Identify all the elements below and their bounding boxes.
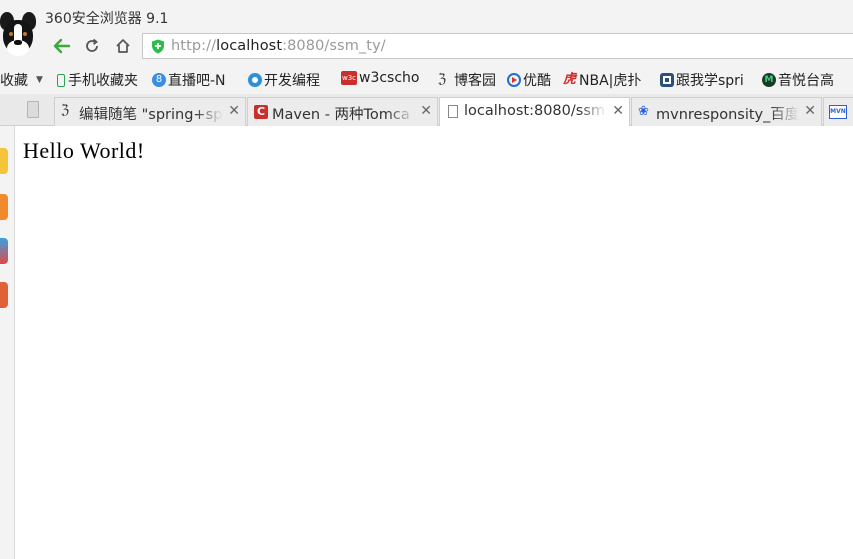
cnblogs-icon: ℨ [438,72,447,87]
close-icon[interactable]: ✕ [804,103,816,119]
user-avatar[interactable] [0,10,36,62]
bookmark-label: 博客园 [454,73,496,89]
zhibo8-icon: 8 [152,73,166,87]
home-icon [116,39,130,53]
youku-icon [507,73,521,87]
bookmark-label: 跟我学spri [676,73,744,89]
chevron-down-icon: ▼ [36,75,43,85]
bookmark-label: 优酷 [523,73,551,89]
tab-maven-tomcat[interactable]: C Maven - 两种Tomca ✕ [247,97,438,126]
bookmark-label: NBA|虎扑 [579,73,642,89]
bookmark-yinyuetai[interactable]: M 音悦台高 [762,70,834,90]
gear-icon [248,73,262,87]
home-button[interactable] [111,35,135,57]
bookmark-label: 直播吧-N [168,73,226,89]
cnblogs-icon: ℨ [61,103,70,118]
csdn-icon: C [254,105,268,119]
bookmark-cnblogs[interactable]: ℨ 博客园 [438,70,496,90]
tab-label: localhost:8080/ssm [464,103,605,119]
hupu-icon: 虎 [563,72,577,87]
page-text: Hello World! [23,138,145,163]
w3c-icon: w3c [341,71,357,85]
weibo-side-icon[interactable] [0,194,8,220]
tab-bar: ℨ 编辑随笔 "spring+sp ✕ C Maven - 两种Tomca ✕ … [0,94,853,127]
url-host: localhost [216,38,283,54]
address-bar[interactable]: http://localhost:8080/ssm_ty/ [142,33,853,59]
site-icon [660,73,674,87]
close-icon[interactable]: ✕ [228,103,240,119]
bookmark-youku[interactable]: 优酷 [507,70,551,90]
bookmark-label: 收藏 [0,73,28,89]
close-icon[interactable]: ✕ [420,103,432,119]
tab-list-icon[interactable] [27,101,39,118]
tab-label: mvnresponsity_百度 [656,107,799,123]
refresh-icon [86,38,98,52]
phone-icon [57,73,65,87]
bookmarks-bar: 收藏 ▼ 手机收藏夹 8 直播吧-N 开发编程 w3c w3cscho ℨ 博客… [0,64,853,94]
url-text[interactable]: http://localhost:8080/ssm_ty/ [171,38,386,54]
page-icon [448,105,458,118]
bookmark-label: 开发编程 [264,73,320,89]
bookmark-phone-favorites[interactable]: 手机收藏夹 [57,70,138,90]
url-scheme: http:// [171,38,217,54]
window-title: 360安全浏览器 9.1 [45,11,169,27]
bookmark-label: 手机收藏夹 [68,73,138,89]
bookmark-hupu[interactable]: 虎 NBA|虎扑 [563,70,641,90]
favorites-side-icon[interactable] [0,148,8,174]
tools-side-icon[interactable] [0,282,8,308]
bookmark-favorites[interactable]: 收藏 ▼ [0,70,43,90]
bookmark-label: w3cscho [359,70,420,86]
bookmark-spring[interactable]: 跟我学spri [660,70,744,90]
back-arrow-icon [53,38,71,54]
back-button[interactable] [50,35,74,57]
bookmark-zhibo8[interactable]: 8 直播吧-N [152,70,226,90]
tab-cnblogs-edit[interactable]: ℨ 编辑随笔 "spring+sp ✕ [54,97,246,126]
tab-localhost[interactable]: localhost:8080/ssm ✕ [439,97,630,127]
apps-side-icon[interactable] [0,238,8,264]
bookmark-label: 音悦台高 [778,73,834,89]
browser-titlebar: 360安全浏览器 9.1 http://localhost:8080/ssm_t… [0,0,853,64]
mvn-icon: MVN [829,105,847,119]
close-icon[interactable]: ✕ [612,103,624,119]
bookmark-w3cschool[interactable]: w3c w3cscho [341,70,419,86]
side-toolbar [0,126,15,559]
tab-baidu[interactable]: ❀ mvnresponsity_百度 ✕ [631,97,822,126]
refresh-button[interactable] [80,35,104,57]
page-content: Hello World! [15,126,853,559]
tab-mvn[interactable]: MVN [823,97,853,126]
security-shield-icon [152,39,164,54]
yinyuetai-icon: M [762,73,776,87]
tab-label: 编辑随笔 "spring+sp [79,107,223,123]
tab-label: Maven - 两种Tomca [272,107,410,123]
bookmark-dev[interactable]: 开发编程 [248,70,320,90]
url-path: :8080/ssm_ty/ [282,38,386,54]
baidu-paw-icon: ❀ [638,104,649,119]
